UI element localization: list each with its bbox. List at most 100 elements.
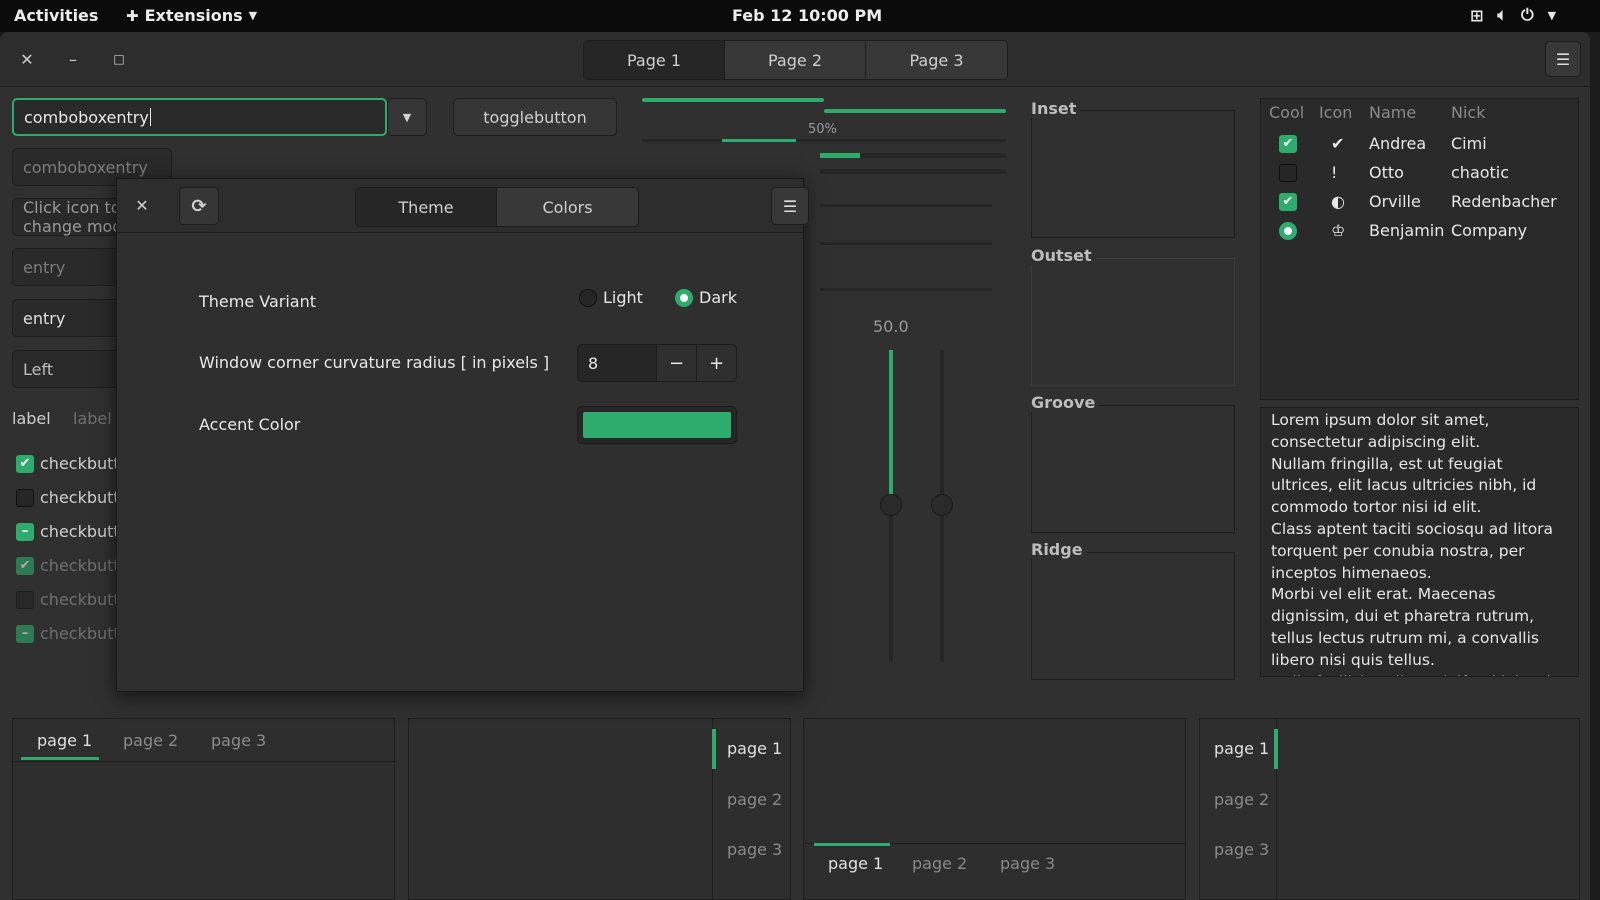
tab-colors[interactable]: Colors: [497, 188, 638, 226]
page-3-tab[interactable]: Page 3: [866, 41, 1007, 79]
hamburger-icon: ☰: [1555, 49, 1571, 69]
hscale-2[interactable]: [820, 242, 992, 245]
tree-row[interactable]: ! Otto chaotic: [1269, 158, 1569, 187]
close-window-button[interactable]: ✕: [12, 44, 42, 74]
tree-cell-name: Andrea: [1369, 134, 1427, 153]
dialog-close-button[interactable]: ✕: [127, 190, 157, 220]
notebook-bottom-tab-2[interactable]: page 2: [912, 854, 967, 873]
moon-icon: ◐: [1331, 192, 1345, 211]
accent-color-swatch: [583, 412, 731, 438]
frame-ridge-label: Ridge: [1031, 540, 1087, 559]
vscale-1-handle[interactable]: [880, 494, 902, 516]
notebook-left-tab-2[interactable]: page 2: [1214, 790, 1269, 809]
reset-button[interactable]: ⟳: [179, 187, 219, 225]
header-bar: ✕ – □ Page 1 Page 2 Page 3 ☰: [0, 32, 1590, 87]
dialog-menu-button[interactable]: ☰: [771, 187, 809, 225]
text-view[interactable]: Lorem ipsum dolor sit amet, consectetur …: [1260, 407, 1579, 677]
column-icon[interactable]: Icon: [1319, 103, 1369, 122]
tree-cell-nick: Redenbacher: [1451, 192, 1557, 211]
notebook-top: page 1 page 2 page 3: [12, 718, 395, 900]
notebook-bottom-tab-1[interactable]: page 1: [828, 854, 883, 873]
page-2-tab[interactable]: Page 2: [725, 41, 866, 79]
notebook-bottom: page 1 page 2 page 3: [803, 718, 1186, 900]
tree-cell-nick: chaotic: [1451, 163, 1510, 182]
maximize-button[interactable]: □: [104, 44, 134, 74]
scale-value: 50.0: [873, 317, 909, 336]
radius-spinbutton[interactable]: 8 − +: [577, 344, 737, 382]
notebook-top-tab-1[interactable]: page 1: [37, 731, 92, 750]
tree-cell-name: Otto: [1369, 163, 1404, 182]
vscale-2-handle[interactable]: [931, 494, 953, 516]
plus-icon: +: [708, 352, 725, 374]
progress-bar-2: [824, 109, 1006, 113]
hscale-1[interactable]: [820, 204, 992, 207]
chevron-down-icon: ▼: [1547, 8, 1557, 22]
notebook-bottom-tab-3[interactable]: page 3: [1000, 854, 1055, 873]
extensions-label: Extensions: [144, 6, 243, 25]
label: label: [12, 409, 51, 428]
tree-view[interactable]: Cool Icon Name Nick ✔ ✔ Andrea Cimi! Otto cha…: [1260, 98, 1579, 400]
notebook-right-tab-3[interactable]: page 3: [727, 840, 782, 859]
checkbox-unchecked-icon[interactable]: [1279, 163, 1297, 182]
volume-icon: 🔈︎: [1497, 5, 1508, 24]
main-menu-button[interactable]: ☰: [1545, 41, 1581, 77]
system-tray[interactable]: ⊞ 🔈︎ ⏻ ▼: [1470, 5, 1556, 25]
notebook-left-tab-3[interactable]: page 3: [1214, 840, 1269, 859]
minimize-button[interactable]: –: [58, 44, 88, 74]
refresh-icon: ⟳: [191, 195, 207, 217]
notebook-top-tab-3[interactable]: page 3: [211, 731, 266, 750]
activities-button[interactable]: Activities: [14, 6, 98, 25]
frame-groove-label: Groove: [1031, 393, 1100, 412]
active-tab-indicator: [712, 729, 716, 769]
tree-rows: ✔ ✔ Andrea Cimi! Otto chaotic ✔ ◐ Orville Redenba…: [1269, 129, 1569, 245]
vscale-1-fill: [889, 350, 893, 506]
frame-inset-label: Inset: [1031, 99, 1081, 118]
page-1-tab[interactable]: Page 1: [584, 41, 725, 79]
accent-color-button[interactable]: [577, 406, 737, 444]
column-name[interactable]: Name: [1369, 103, 1451, 122]
network-icon: ⊞: [1470, 5, 1484, 25]
notebook-top-tab-2[interactable]: page 2: [123, 731, 178, 750]
level-bar-fill: [820, 153, 860, 158]
tree-row[interactable]: ✔ ◐ Orville Redenbacher: [1269, 187, 1569, 216]
hscale-3[interactable]: [820, 288, 992, 291]
extensions-menu[interactable]: ✚ Extensions ▼: [126, 6, 257, 25]
chevron-down-icon: ▼: [248, 9, 258, 22]
checkbox-checked-icon[interactable]: ✔: [1279, 192, 1297, 211]
accent-color-label: Accent Color: [199, 415, 301, 434]
radio-light[interactable]: Light: [579, 288, 643, 307]
notebook-right-tab-1[interactable]: page 1: [727, 739, 782, 758]
notebook-left-tab-1[interactable]: page 1: [1214, 739, 1269, 758]
checkbox-checked-icon[interactable]: ✔: [1279, 134, 1297, 153]
text-view-content: Lorem ipsum dolor sit amet, consectetur …: [1271, 411, 1559, 676]
checkbox-mixed-icon: –: [16, 624, 34, 643]
column-nick[interactable]: Nick: [1451, 103, 1531, 122]
decrement-button[interactable]: −: [656, 345, 696, 381]
combobox-dropdown-button[interactable]: ▼: [387, 98, 427, 136]
dialog-header: ✕ ⟳ Theme Colors ☰: [117, 179, 809, 233]
tree-header: Cool Icon Name Nick: [1269, 103, 1531, 122]
radio-on-icon[interactable]: [1279, 221, 1297, 240]
minimize-icon: –: [69, 49, 77, 69]
clock[interactable]: Feb 12 10:00 PM: [732, 6, 882, 25]
minus-icon: −: [668, 352, 685, 374]
radius-value[interactable]: 8: [578, 345, 656, 381]
tree-row[interactable]: ✔ ✔ Andrea Cimi: [1269, 129, 1569, 158]
increment-button[interactable]: +: [696, 345, 736, 381]
tab-theme[interactable]: Theme: [356, 188, 497, 226]
radio-dark[interactable]: Dark: [675, 288, 737, 307]
combobox-entry-text: comboboxentry: [24, 107, 149, 127]
close-icon: ✕: [20, 49, 34, 69]
toggle-button[interactable]: togglebutton: [453, 98, 617, 136]
notebook-right-tab-2[interactable]: page 2: [727, 790, 782, 809]
puzzle-icon: ✚: [126, 6, 139, 25]
column-cool[interactable]: Cool: [1269, 103, 1319, 122]
frame-inset: [1031, 110, 1235, 238]
radius-label: Window corner curvature radius [ in pixe…: [199, 353, 550, 372]
tree-row[interactable]: ♔ Benjamin Company: [1269, 216, 1569, 245]
combobox-entry[interactable]: comboboxentry: [12, 98, 387, 136]
progress-label: 50%: [808, 122, 837, 137]
emblem-icon: ♔: [1331, 221, 1346, 240]
chevron-down-icon: ▼: [402, 110, 412, 124]
power-icon: ⏻: [1521, 5, 1534, 24]
